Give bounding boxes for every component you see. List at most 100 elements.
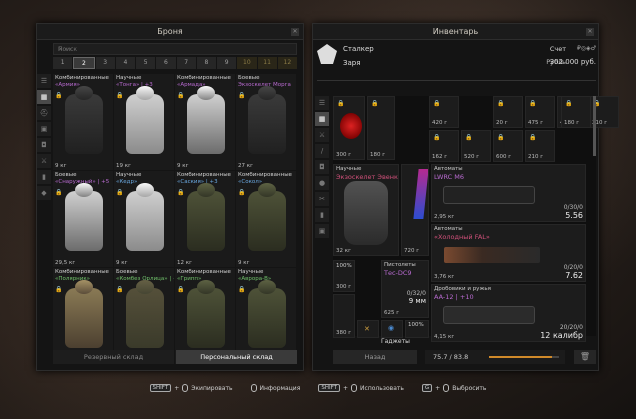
detector-percent: 100% bbox=[408, 322, 424, 328]
armor-card[interactable]: Комбинированные «Армия» 🔒 9 кг bbox=[53, 74, 113, 170]
page-tab-9[interactable]: 9 bbox=[217, 57, 237, 69]
quick-item-slot[interactable]: 🔒 420 г bbox=[429, 96, 459, 128]
page-tab-2[interactable]: 2 bbox=[73, 57, 95, 69]
quick-item-slot[interactable]: 🔒 475 г bbox=[525, 96, 555, 128]
armor-icon[interactable]: ◘ bbox=[37, 138, 51, 152]
storage-tab[interactable]: Резервный склад bbox=[53, 350, 174, 364]
quick-item-slot[interactable]: 🔒 600 г bbox=[493, 130, 523, 162]
lock-icon: 🔒 bbox=[177, 286, 185, 293]
armor-card[interactable]: Боевые «Снаружный» | +5 🔒 29,5 кг bbox=[53, 171, 113, 267]
lock-icon: 🔒 bbox=[433, 100, 441, 107]
quick-item-slot[interactable]: 🔒 210 г bbox=[525, 130, 555, 162]
box-icon[interactable]: ▣ bbox=[315, 224, 329, 238]
knife-icon[interactable]: / bbox=[315, 144, 329, 158]
weapon-name: AA-12 | +10 bbox=[434, 293, 474, 301]
account-label: Счет bbox=[549, 45, 566, 53]
search-controls[interactable]: ✕ ‹ › bbox=[58, 46, 292, 53]
grid-icon[interactable]: ▦ bbox=[315, 112, 329, 126]
grid-icon[interactable]: ▦ bbox=[37, 90, 51, 104]
lock-icon: 🔒 bbox=[116, 189, 124, 196]
container-weight: 180 г bbox=[370, 152, 386, 158]
pistol-slot[interactable]: Пистолеты Тес-DC9 0/32/0 9 мм 625 г bbox=[381, 260, 429, 318]
armor-suit-icon bbox=[187, 288, 225, 348]
ammo-icon[interactable]: ▮ bbox=[315, 208, 329, 222]
medkit-slot[interactable]: 100% 300 г bbox=[333, 260, 355, 292]
weight-bar bbox=[489, 356, 559, 358]
ammo-box-slot[interactable]: 380 г bbox=[333, 294, 355, 338]
lock-icon: 🔒 bbox=[116, 286, 124, 293]
page-tab-7[interactable]: 7 bbox=[176, 57, 196, 69]
quick-item-slot[interactable]: 🔒 180 г bbox=[561, 96, 591, 128]
ammo-icon[interactable]: ▮ bbox=[37, 170, 51, 184]
key-badge: SHIFT bbox=[149, 384, 172, 392]
storage-tab[interactable]: Персональный склад bbox=[176, 350, 297, 364]
grenade-icon[interactable]: ● bbox=[315, 176, 329, 190]
helmet-slot[interactable]: 🔒 300 г bbox=[333, 96, 365, 160]
quick-item-slot[interactable]: 🔒 20 г bbox=[493, 96, 523, 128]
trash-icon[interactable]: 🗑 bbox=[574, 350, 596, 364]
character-header: Сталкер Заря Счет ₽◎◈♂ Рубль 302 000 руб… bbox=[313, 42, 600, 81]
armor-card[interactable]: Научные «Тонга» | +3 🔒 19 кг bbox=[114, 74, 174, 170]
armor-suit-icon bbox=[248, 288, 286, 348]
weapon-icon[interactable]: ⚔ bbox=[315, 128, 329, 142]
list-icon[interactable]: ☰ bbox=[315, 96, 329, 110]
category-sidebar: ☰ ▦ ⛑ ▣ ◘ ⚔ ▮ ◆ bbox=[37, 74, 51, 202]
armor-card[interactable]: Научные «Кедр» 🔒 9 кг bbox=[114, 171, 174, 267]
page-tab-12[interactable]: 12 bbox=[277, 57, 297, 69]
currency-icons[interactable]: ₽◎◈♂ bbox=[577, 45, 596, 52]
tool-slot[interactable]: ✕ bbox=[357, 320, 379, 338]
quick-item-slot[interactable]: 🔒 520 г bbox=[461, 130, 491, 162]
weapon-slot[interactable]: Автоматы LWRC M6 2,95 кг 0/30/0 5.56 bbox=[431, 164, 586, 222]
armor-type: Научные bbox=[336, 166, 362, 172]
quick-item-slot[interactable]: 🔒 162 г bbox=[429, 130, 459, 162]
page-tab-4[interactable]: 4 bbox=[115, 57, 135, 69]
page-tab-8[interactable]: 8 bbox=[196, 57, 216, 69]
gadget-icon: ◉ bbox=[388, 324, 395, 332]
detector-slot[interactable]: 100% bbox=[405, 320, 429, 338]
container-slot[interactable]: 🔒 180 г bbox=[367, 96, 395, 160]
weapon-slot[interactable]: Автоматы «Холодный FAL» 3,76 кг 0/20/0 7.62 bbox=[431, 224, 586, 282]
armor-card-type: Боевые bbox=[116, 269, 138, 275]
inventory-scrollbar[interactable] bbox=[593, 96, 596, 156]
pistol-name: Тес-DC9 bbox=[384, 269, 412, 277]
armor-slot[interactable]: Научные Экзоскелет Эвенка 32 кг bbox=[333, 164, 399, 256]
gadget-slot[interactable]: ◉ bbox=[381, 320, 403, 338]
page-tab-10[interactable]: 10 bbox=[237, 57, 257, 69]
plus-sign: + bbox=[343, 384, 349, 392]
armor-card[interactable]: Боевые Экзоскелет Морга 🔒 27 кг bbox=[236, 74, 296, 170]
control-hints: SHIFT + Экипировать Информация SHIFT + Использ… bbox=[0, 382, 636, 394]
lock-icon: 🔒 bbox=[529, 100, 537, 107]
page-tab-6[interactable]: 6 bbox=[156, 57, 176, 69]
armor-weight: 32 кг bbox=[336, 248, 351, 254]
weapon-type: Дробовики и ружья bbox=[434, 286, 491, 292]
armor-suit-icon bbox=[126, 191, 164, 251]
list-icon[interactable]: ☰ bbox=[37, 74, 51, 88]
back-button[interactable]: Назад bbox=[333, 350, 417, 364]
helmet-weight: 300 г bbox=[336, 152, 352, 158]
armor-suit-icon bbox=[126, 94, 164, 154]
page-tab-1[interactable]: 1 bbox=[53, 57, 73, 69]
armor-suit-icon bbox=[187, 191, 225, 251]
armor-icon[interactable]: ◘ bbox=[315, 160, 329, 174]
armor-card[interactable]: Комбинированные «Саския» | +3 🔒 12 кг bbox=[175, 171, 235, 267]
artifact-slot[interactable]: 720 г bbox=[401, 164, 429, 256]
close-icon[interactable]: ✕ bbox=[291, 28, 299, 36]
page-tab-5[interactable]: 5 bbox=[136, 57, 156, 69]
tools-icon[interactable]: ✂ bbox=[315, 192, 329, 206]
armor-card[interactable]: Комбинированные «Сокол» 🔒 9 кг bbox=[236, 171, 296, 267]
search-input[interactable]: Поиск ✕ ‹ › bbox=[53, 43, 297, 55]
armor-card-type: Научные bbox=[116, 75, 142, 81]
page-tab-3[interactable]: 3 bbox=[95, 57, 115, 69]
page-tab-11[interactable]: 11 bbox=[257, 57, 277, 69]
close-icon[interactable]: ✕ bbox=[586, 28, 594, 36]
armor-card-name: «Сокол» bbox=[238, 179, 263, 185]
armor-card-type: Комбинированные bbox=[177, 269, 231, 275]
helmet-icon[interactable]: ⛑ bbox=[37, 106, 51, 120]
artifact-icon[interactable]: ◆ bbox=[37, 186, 51, 200]
backpack-icon[interactable]: ▣ bbox=[37, 122, 51, 136]
weapon-icon[interactable]: ⚔ bbox=[37, 154, 51, 168]
quick-item-weight: 600 г bbox=[496, 154, 512, 160]
armor-card-weight: 9 кг bbox=[177, 163, 189, 169]
armor-card[interactable]: Комбинированные «Армада» 🔒 9 кг bbox=[175, 74, 235, 170]
weapon-slot[interactable]: Дробовики и ружья AA-12 | +10 4,15 кг 20/20… bbox=[431, 284, 586, 342]
